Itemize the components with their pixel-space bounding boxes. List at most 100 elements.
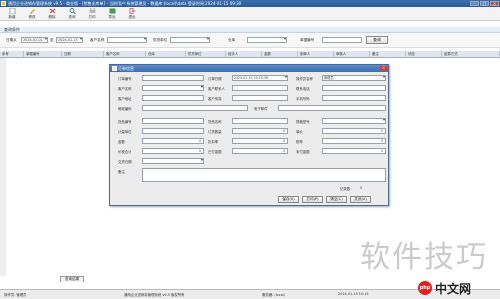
price-label: 单价 — [296, 130, 303, 134]
date-from-input[interactable]: 2024-01-01 — [21, 37, 48, 43]
search-label: 查询 — [68, 15, 76, 19]
amount-input[interactable]: 0 — [142, 138, 204, 144]
goods-code-input[interactable] — [142, 118, 204, 124]
warehouse-select[interactable] — [247, 37, 287, 43]
unit-label: 供货单位 — [153, 38, 168, 42]
delete-icon — [49, 8, 55, 14]
total-label: 价税合计 — [118, 150, 132, 154]
unpaid-input[interactable]: 0 — [322, 148, 386, 154]
order-no-input[interactable] — [142, 75, 204, 81]
dialog-title: 订单信息 — [118, 66, 134, 71]
paid-label: 已付金额 — [208, 150, 222, 154]
print-button[interactable]: 打印(P) — [302, 196, 323, 203]
col-header[interactable]: 审核人 — [334, 51, 370, 58]
app-icon — [1, 1, 6, 6]
site-logo: php 中文网 — [418, 279, 471, 297]
fax-input[interactable] — [232, 95, 288, 101]
col-header[interactable]: 日期 — [62, 51, 104, 58]
qty-input[interactable]: 0 — [232, 128, 288, 134]
maximize-button[interactable]: □ — [480, 1, 489, 6]
save-button[interactable]: 保存(S) — [278, 196, 299, 203]
unpaid-label: 未付金额 — [296, 150, 310, 154]
remark-textarea[interactable] — [142, 168, 386, 182]
tel-label: 联系电话 — [296, 87, 310, 91]
grid-header: 序号 单据编号 日期 客户名称 仓库 供货单位 经手人 金额 制单人 审核人 备… — [0, 51, 500, 58]
qty-label: 订货数量 — [208, 130, 222, 134]
customer-select[interactable] — [142, 85, 204, 91]
clear-button[interactable]: 清空(C) — [326, 196, 347, 203]
logo-text: 中文网 — [435, 281, 472, 296]
goods-name-input[interactable] — [232, 118, 288, 124]
col-header[interactable]: 客户名称 — [104, 51, 146, 58]
spec-select[interactable] — [322, 118, 386, 124]
total-input[interactable]: 0 — [142, 148, 204, 154]
new-button[interactable]: 新增 — [2, 8, 22, 20]
close-dialog-button[interactable]: 关闭(X) — [350, 196, 371, 203]
contact-label: 客户联系人 — [208, 87, 225, 91]
search-icon — [69, 8, 76, 14]
col-header[interactable]: 制单人 — [298, 51, 334, 58]
dialog-titlebar: 订单信息 × — [110, 65, 388, 72]
edit-label: 修改 — [28, 15, 36, 19]
discount-label: 折扣率 — [208, 140, 219, 144]
order-dialog: 订单信息 × 订单编号 订单日期 2024-01-15 10:15:36 操作员… — [109, 64, 389, 206]
col-header[interactable]: 状态 — [406, 51, 442, 58]
col-header[interactable]: 仓库 — [146, 51, 186, 58]
order-date-input[interactable]: 2024-01-15 10:15:36 — [232, 75, 288, 81]
new-doc-icon — [9, 8, 15, 14]
col-header[interactable]: 经手人 — [226, 51, 262, 58]
status-copyright: 通用企业进销存管理系统 v9.5 版权所有 — [124, 293, 185, 297]
tel-input[interactable] — [322, 85, 386, 91]
query-button[interactable]: 查询 — [366, 36, 388, 44]
col-header[interactable]: 金额 — [262, 51, 298, 58]
tax-input[interactable]: 0 — [322, 138, 386, 144]
new-label: 新增 — [8, 15, 16, 19]
close-button[interactable]: × — [490, 1, 499, 6]
deliver-input[interactable] — [142, 158, 204, 164]
edit-icon — [29, 9, 35, 14]
export-button[interactable]: 导出 — [102, 8, 122, 20]
customer-select[interactable] — [107, 37, 147, 43]
date-to-label: 至 — [50, 38, 54, 42]
watermark: 软件技巧 — [360, 240, 488, 275]
exit-label: 退出 — [128, 15, 136, 19]
exit-icon — [129, 8, 135, 14]
date-from-label: 日期从 — [6, 38, 17, 42]
exit-button[interactable]: 退出 — [122, 8, 142, 20]
search-button[interactable]: 查询 — [62, 8, 82, 20]
order-no-label: 订单编号 — [118, 77, 132, 81]
edit-button[interactable]: 修改 — [22, 8, 42, 20]
col-header[interactable]: 备注 — [370, 51, 406, 58]
unit-select[interactable] — [170, 37, 210, 43]
email-label: 电子邮件 — [254, 107, 268, 111]
delete-button[interactable]: 删除 — [42, 8, 62, 20]
price-input[interactable]: 0 — [322, 128, 386, 134]
date-to-input[interactable]: 2024-01-15 — [56, 37, 83, 43]
postal-input[interactable] — [142, 105, 248, 111]
print-label: 打印 — [88, 15, 96, 19]
unit-label: 计量单位 — [118, 130, 132, 134]
email-input[interactable] — [278, 105, 386, 111]
goods-code-label: 货品编号 — [118, 120, 132, 124]
contact-input[interactable] — [232, 85, 288, 91]
warehouse-select[interactable]: 管理员 — [322, 75, 386, 81]
amount-label: 金额 — [118, 140, 125, 144]
col-header[interactable]: 结算方式 — [442, 51, 500, 58]
dialog-close-button[interactable]: × — [380, 66, 387, 71]
mobile-label: 手机号码 — [296, 97, 310, 101]
unit-input[interactable] — [142, 128, 204, 134]
print-button[interactable]: 打印 — [82, 8, 102, 20]
discount-input[interactable]: 0 — [232, 138, 288, 144]
col-header[interactable]: 序号 — [0, 51, 24, 58]
paid-input[interactable]: 0 — [232, 148, 288, 154]
tab-query-result[interactable]: 查询结果 — [60, 276, 84, 282]
deliver-label: 交货日期 — [118, 160, 132, 164]
addr-input[interactable] — [142, 95, 204, 101]
fax-label: 客户传真 — [208, 97, 222, 101]
code-input[interactable] — [322, 37, 362, 43]
spec-label: 规格型号 — [296, 120, 310, 124]
col-header[interactable]: 供货单位 — [186, 51, 226, 58]
mobile-input[interactable] — [322, 95, 386, 101]
minimize-button[interactable]: – — [470, 1, 479, 6]
col-header[interactable]: 单据编号 — [24, 51, 62, 58]
